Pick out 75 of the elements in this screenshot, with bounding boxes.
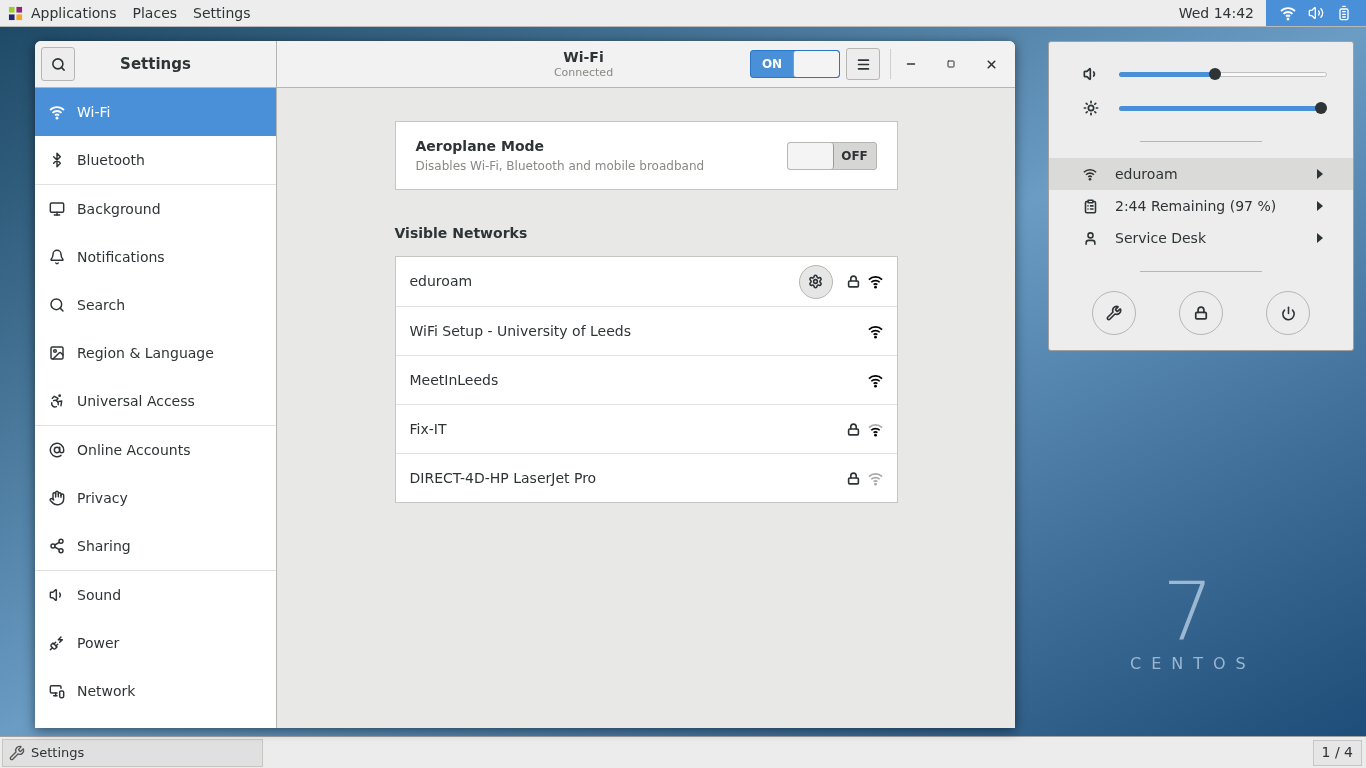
maximize-icon: [947, 60, 955, 68]
network-row[interactable]: eduroam: [395, 257, 897, 306]
status-menu-item[interactable]: 2:44 Remaining (97 %): [1049, 190, 1353, 222]
brightness-icon: [1083, 100, 1099, 116]
status-menu-item[interactable]: Service Desk: [1049, 222, 1353, 254]
settings-button[interactable]: [798, 264, 833, 299]
sidebar-item[interactable]: Bluetooth: [35, 136, 276, 184]
signal-icon: [867, 470, 883, 486]
workspace-indicator[interactable]: 1 / 4: [1312, 739, 1362, 766]
signal-icon: [867, 323, 883, 339]
caret-icon: [1317, 201, 1323, 211]
sidebar-item[interactable]: Search: [35, 281, 276, 329]
window-title: Wi-Fi: [563, 48, 604, 66]
sidebar-item-icon: [49, 538, 65, 554]
volume-slider[interactable]: [1119, 67, 1327, 81]
menu-icon: [855, 56, 871, 72]
top-menu[interactable]: Places: [124, 0, 186, 26]
status-area[interactable]: [1266, 0, 1366, 26]
sidebar-item[interactable]: Online Accounts: [35, 426, 276, 474]
wallpaper-number: 7: [1162, 572, 1214, 652]
sidebar-item-icon: [49, 297, 65, 313]
signal-icon: [867, 421, 883, 437]
aeroplane-title: Aeroplane Mode: [415, 137, 546, 156]
volume-icon: [1308, 5, 1324, 21]
signal-icon: [867, 372, 883, 388]
power-icon: [1280, 305, 1296, 321]
sidebar-item[interactable]: Privacy: [35, 474, 276, 522]
taskbar-window-button[interactable]: Settings: [2, 738, 263, 767]
wrench-icon: [9, 744, 25, 761]
wrench-icon: [1106, 305, 1122, 321]
aeroplane-description: Disables Wi-Fi, Bluetooth and mobile broadband: [415, 158, 706, 175]
sidebar-item[interactable]: Notifications: [35, 233, 276, 281]
brightness-slider[interactable]: [1119, 101, 1327, 115]
caret-icon: [1317, 233, 1323, 243]
aeroplane-switch[interactable]: OFF: [786, 141, 877, 170]
wallpaper-text: CENTOS: [1129, 653, 1256, 675]
user-icon: [1083, 230, 1098, 246]
network-row[interactable]: DIRECT-4D-HP LaserJet Pro: [395, 453, 897, 502]
sidebar-item[interactable]: Sharing: [35, 522, 276, 570]
network-row[interactable]: WiFi Setup - University of Leeds: [395, 306, 897, 355]
caret-icon: [1317, 169, 1323, 179]
top-menu[interactable]: Applications: [23, 0, 125, 26]
close-icon: [984, 57, 998, 71]
wifi-icon: [1280, 5, 1296, 21]
sidebar-item-icon: [49, 442, 65, 458]
sidebar-item-icon: [49, 683, 65, 699]
sidebar-title: Settings: [119, 53, 192, 75]
status-menu-item[interactable]: eduroam: [1049, 158, 1353, 190]
sidebar-item-icon: [49, 490, 65, 506]
network-row[interactable]: Fix-IT: [395, 404, 897, 453]
sidebar-item[interactable]: Background: [35, 185, 276, 233]
clock[interactable]: Wed 14:42: [1178, 2, 1266, 24]
gear-icon: [808, 274, 823, 289]
menu-button[interactable]: [846, 48, 880, 80]
signal-icon: [867, 274, 883, 289]
sidebar-item[interactable]: Power: [35, 619, 276, 667]
search-button[interactable]: [41, 47, 75, 81]
section-heading: Visible Networks: [394, 224, 529, 243]
wifi-icon: [49, 104, 65, 120]
sidebar-item-icon: [49, 393, 65, 409]
wifi-icon: [1083, 167, 1097, 181]
lock-icon: [1194, 306, 1208, 320]
logo-icon: [8, 5, 23, 21]
sidebar-item[interactable]: Network: [35, 667, 276, 715]
sidebar-item[interactable]: Universal Access: [35, 377, 276, 425]
sidebar-item[interactable]: Sound: [35, 571, 276, 619]
window-subtitle: Connected: [553, 66, 614, 80]
search-icon: [50, 56, 66, 72]
sidebar-item-icon: [49, 345, 65, 361]
top-menu[interactable]: Settings: [185, 0, 259, 26]
sidebar-item-icon: [49, 201, 65, 217]
sidebar-item[interactable]: Region & Language: [35, 329, 276, 377]
sidebar-item-icon: [49, 249, 65, 265]
network-row[interactable]: MeetInLeeds: [395, 355, 897, 404]
sidebar-item-icon: [49, 635, 65, 651]
